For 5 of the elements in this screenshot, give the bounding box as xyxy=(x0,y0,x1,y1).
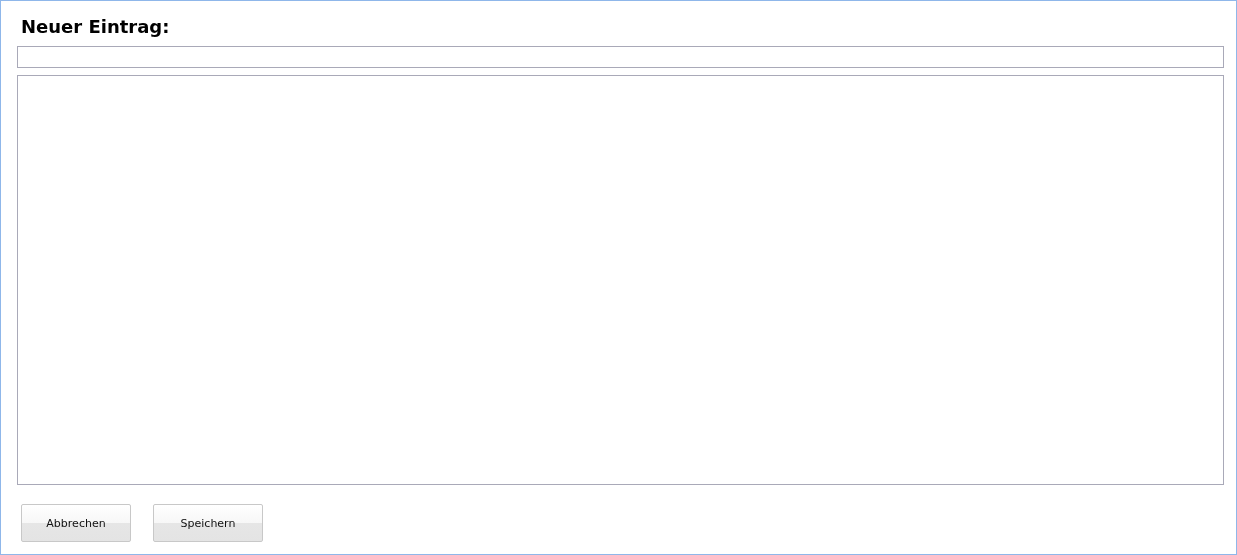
title-input-field[interactable] xyxy=(17,46,1224,68)
form-button[interactable]: Abbrechen xyxy=(21,504,131,542)
text-area-field[interactable] xyxy=(17,74,1224,485)
form-button[interactable]: Speichern xyxy=(153,504,263,542)
form-heading: Neuer Eintrag: xyxy=(21,15,171,39)
